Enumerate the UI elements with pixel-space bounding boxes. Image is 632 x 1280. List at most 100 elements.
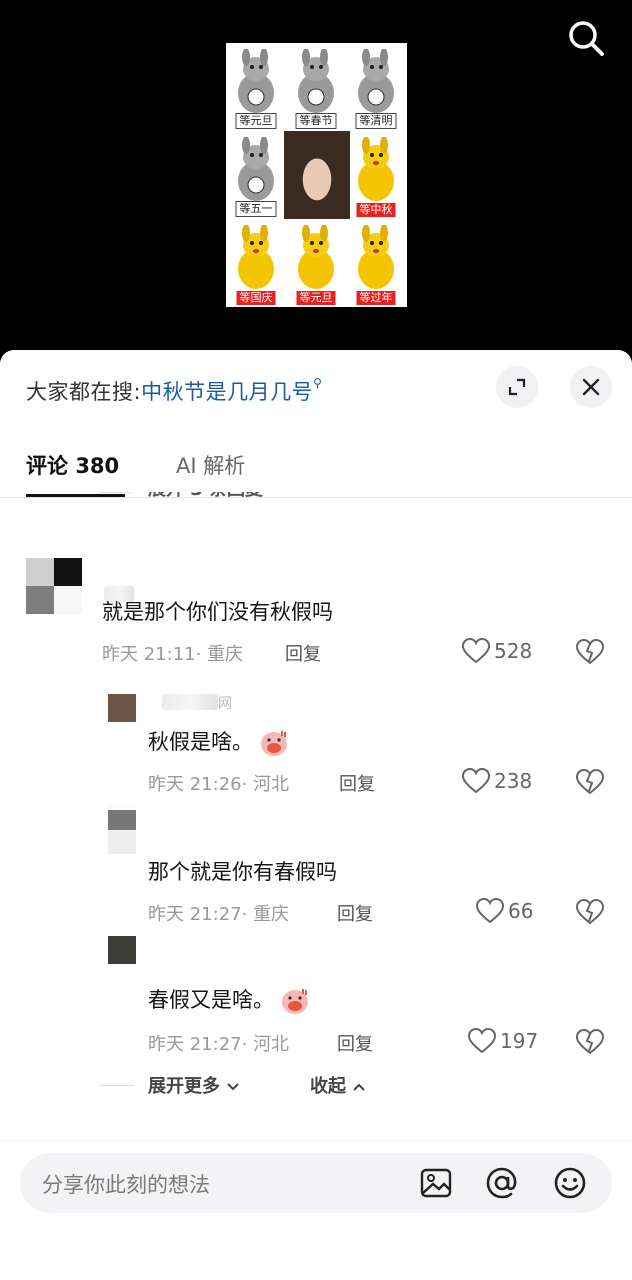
dislike-button[interactable] [575,898,605,929]
heart-icon [462,768,490,794]
comment-meta: 昨天 21:27· 重庆 [148,904,290,925]
heart-icon [468,1028,496,1054]
meme-label: 等国庆 [236,291,276,305]
like-button[interactable]: 197 [468,1028,538,1054]
expand-sheet-button[interactable] [496,366,538,408]
dislike-button[interactable] [575,768,605,799]
tab-comments[interactable]: 评论 380 [26,450,119,480]
at-icon [486,1167,517,1199]
trending-prefix: 大家都在搜: [26,380,142,404]
like-count: 66 [508,899,534,923]
heart-icon [462,638,490,664]
pig-emoji-icon [261,731,287,756]
like-count: 238 [494,769,533,793]
dislike-button[interactable] [575,1028,605,1059]
trending-query[interactable]: 中秋节是几月几号 [141,380,313,404]
expand-replies-cut[interactable]: 展开 3 条回复 [148,492,263,504]
avatar[interactable] [108,804,136,854]
collapse-button[interactable]: 收起 [310,1072,366,1098]
comment-location: 河北 [253,1034,290,1055]
comment-time: 昨天 21:27 [148,904,242,925]
mention-button[interactable] [482,1163,522,1203]
divider [100,492,132,493]
reply-button[interactable]: 回复 [339,770,375,796]
meme-cell-gray: 等五一 [226,131,286,219]
comment-time: 昨天 21:27 [148,1034,242,1055]
emoji-button[interactable] [550,1163,590,1203]
comment-location: 重庆 [207,644,244,665]
video-meme-image: 等元旦 等春节 等清明 等五一 等中秋 等国庆 等元旦 等过年 [226,43,407,307]
avatar[interactable] [108,694,136,722]
trending-search[interactable]: 大家都在搜:中秋节是几月几号⚲ [26,376,322,406]
small-search-icon: ⚲ [313,376,323,390]
emoji-icon [554,1167,586,1199]
comment-location: 河北 [253,774,290,795]
insert-image-button[interactable] [416,1163,456,1203]
reply-button[interactable]: 回复 [337,1030,373,1056]
meme-label: 等五一 [235,201,277,217]
broken-heart-icon [575,1028,605,1055]
divider [100,1085,134,1086]
broken-heart-icon [575,898,605,925]
meme-cell-yellow: 等元旦 [286,219,346,307]
pig-emoji-icon [282,989,308,1014]
comment-time: 昨天 21:26 [148,774,242,795]
comment-input-placeholder: 分享你此刻的想法 [42,1173,210,1197]
avatar[interactable] [108,936,136,964]
like-button[interactable]: 238 [462,768,532,794]
comment-time: 昨天 21:11 [102,644,196,665]
username-tail[interactable]: 网 [218,693,232,713]
comment-tabs: 评论 380 AI 解析 [0,446,632,498]
broken-heart-icon [575,638,605,665]
meme-cell-yellow: 等过年 [346,219,406,307]
meme-label: 等元旦 [296,291,336,305]
broken-heart-icon [575,768,605,795]
like-count: 197 [500,1029,539,1053]
reply-button[interactable]: 回复 [285,640,321,666]
comment-text: 秋假是啥。 [148,726,289,757]
close-icon [582,378,600,396]
meme-cell-gray: 等春节 [286,43,346,131]
active-tab-indicator [26,494,125,497]
comment-meta: 昨天 21:26· 河北 [148,774,290,795]
comment-meta: 昨天 21:11· 重庆 [102,644,244,665]
meme-label: 等元旦 [235,113,277,129]
meme-center-face [284,131,350,219]
tab-comments-count: 380 [75,454,120,478]
meme-label: 等春节 [295,113,337,129]
image-icon [420,1168,452,1198]
meme-cell-gray: 等元旦 [226,43,286,131]
meme-label: 等中秋 [356,203,396,217]
avatar[interactable] [26,558,82,614]
meme-cell-gray: 等清明 [346,43,406,131]
expand-more-button[interactable]: 展开更多 [148,1072,240,1098]
meme-label: 等过年 [356,291,396,305]
close-sheet-button[interactable] [570,366,612,408]
comment-text: 那个就是你有春假吗 [148,860,337,884]
like-count: 528 [494,639,533,663]
comment-text: 就是那个你们没有秋假吗 [102,600,333,624]
video-player[interactable]: 等元旦 等春节 等清明 等五一 等中秋 等国庆 等元旦 等过年 [0,0,632,370]
like-button[interactable]: 528 [462,638,532,664]
username-blurred[interactable] [162,694,218,710]
tab-comments-label: 评论 [26,454,68,478]
meme-cell-yellow: 等中秋 [346,131,406,219]
comment-text: 春假又是啥。 [148,984,310,1015]
dislike-button[interactable] [575,638,605,669]
search-icon [569,21,604,56]
chevron-up-icon [353,1083,365,1091]
heart-icon [476,898,504,924]
comment-sheet: 大家都在搜:中秋节是几月几号⚲ 评论 380 AI 解析 展开 3 条回复 就是… [0,350,632,1280]
tab-ai-analysis[interactable]: AI 解析 [176,450,245,480]
like-button[interactable]: 66 [476,898,533,924]
reply-button[interactable]: 回复 [337,900,373,926]
expand-icon [508,378,526,396]
comment-input[interactable]: 分享你此刻的想法 [20,1153,612,1213]
meme-cell-yellow: 等国庆 [226,219,286,307]
meme-label: 等清明 [355,113,397,129]
comment-location: 重庆 [253,904,290,925]
comment-meta: 昨天 21:27· 河北 [148,1034,290,1055]
comment-input-bar: 分享你此刻的想法 [0,1140,632,1280]
search-button[interactable] [564,16,608,60]
chevron-down-icon [227,1083,239,1091]
